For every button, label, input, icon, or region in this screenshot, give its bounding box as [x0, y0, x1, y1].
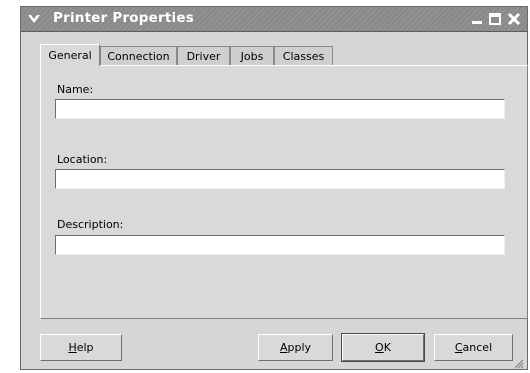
location-label: Location: [57, 153, 108, 166]
help-label: elp [76, 341, 94, 354]
title-bar[interactable]: Printer Properties [21, 7, 527, 32]
ok-mnemonic: O [375, 341, 384, 354]
location-field[interactable] [55, 169, 505, 189]
help-mnemonic: H [68, 341, 77, 354]
printer-properties-window: Printer Properties General Connection Dr… [20, 6, 528, 370]
tab-driver[interactable]: Driver [177, 46, 230, 65]
cancel-mnemonic: C [454, 341, 463, 354]
apply-button[interactable]: Apply [258, 334, 333, 361]
tab-classes[interactable]: Classes [274, 46, 333, 65]
name-field[interactable] [55, 99, 505, 119]
general-tab-panel: Name: Location: Description: [40, 65, 528, 319]
apply-label: pply [287, 341, 312, 354]
chevron-down-icon[interactable] [26, 11, 42, 27]
ok-button[interactable]: OK [341, 333, 425, 362]
ok-label: K [383, 341, 391, 354]
minimize-icon[interactable] [469, 11, 485, 27]
tab-connection[interactable]: Connection [100, 46, 177, 65]
maximize-icon[interactable] [487, 11, 503, 27]
description-label: Description: [57, 218, 124, 231]
tab-general[interactable]: General [40, 44, 100, 66]
close-icon[interactable] [506, 11, 522, 27]
tab-jobs[interactable]: Jobs [230, 46, 274, 65]
name-label: Name: [57, 83, 94, 96]
cancel-button[interactable]: Cancel [434, 334, 513, 361]
description-field[interactable] [55, 235, 505, 255]
resize-grip-icon[interactable] [512, 354, 524, 369]
apply-mnemonic: A [279, 341, 288, 354]
help-button[interactable]: Help [40, 334, 122, 361]
window-title: Printer Properties [53, 10, 194, 26]
cancel-label: ancel [462, 341, 493, 354]
